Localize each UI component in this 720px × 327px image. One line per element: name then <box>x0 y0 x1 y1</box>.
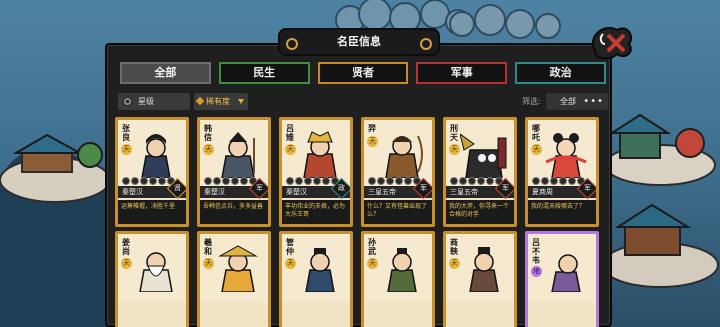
character-portrait-icon <box>218 245 258 292</box>
gear-icon <box>122 96 133 107</box>
minister-card[interactable]: 刑天 天 三皇五帝 军 我的大斧，你寻来一个合格的对手 <box>443 117 517 227</box>
minister-name: 姜尚 <box>122 238 130 256</box>
tab-sage[interactable]: 贤者 <box>317 62 409 84</box>
character-portrait-icon <box>141 134 171 178</box>
rarity-badge: 天 <box>367 258 378 269</box>
character-portrait-icon <box>139 252 173 292</box>
diamond-icon <box>195 96 205 106</box>
cloud-decoration-icon <box>449 4 561 39</box>
minister-name: 哪吒 <box>532 124 540 142</box>
minister-quote: 运筹帷幄，决胜千里 <box>118 200 186 224</box>
character-portrait-icon <box>460 133 507 178</box>
tab-military[interactable]: 军事 <box>416 62 508 84</box>
rarity-badge: 天 <box>121 258 132 269</box>
filter-bar: 星级 稀有度 筛选: 全部 ••• <box>118 93 608 111</box>
minister-card[interactable]: 羿 天 三皇五帝 军 什么？又有怪兽出现了么？ <box>361 117 435 227</box>
star-sort-button[interactable]: 星级 <box>118 93 190 110</box>
filter-dropdown[interactable]: 全部 ••• <box>546 93 608 110</box>
minister-name: 羲和 <box>204 238 212 256</box>
rarity-badge: 天 <box>121 144 132 155</box>
rarity-badge: 地 <box>531 266 542 277</box>
character-portrait-icon <box>305 248 335 292</box>
rarity-badge: 天 <box>203 144 214 155</box>
star-rating <box>532 177 585 185</box>
character-portrait-icon <box>545 133 587 178</box>
minister-name: 吕雉 <box>286 124 294 142</box>
star-rating <box>122 177 175 185</box>
minister-card[interactable]: 羲和 天 <box>197 231 271 327</box>
rarity-sort-label: 稀有度 <box>206 97 230 106</box>
character-portrait-icon <box>385 135 423 178</box>
minister-name: 商鞅 <box>450 238 458 256</box>
rarity-sort-button[interactable]: 稀有度 <box>194 93 248 110</box>
star-rating <box>204 177 257 185</box>
minister-quote: 我的混天绫哪去了？ <box>528 200 596 224</box>
character-portrait-icon <box>551 254 581 292</box>
minister-name: 吕不韦 <box>532 238 540 265</box>
minister-quote: 吾韩信点兵，多多益善 <box>200 200 268 224</box>
minister-name: 张良 <box>122 124 130 142</box>
star-rating <box>286 177 339 185</box>
rarity-badge: 天 <box>285 144 296 155</box>
filter-value: 全部 <box>560 97 576 106</box>
rarity-badge: 天 <box>367 136 378 147</box>
minister-name: 羿 <box>368 124 376 133</box>
tab-all[interactable]: 全部 <box>120 62 211 84</box>
filter-label: 筛选: <box>522 97 541 106</box>
minister-card[interactable]: 吕不韦 地 <box>525 231 599 327</box>
tab-livelihood[interactable]: 民生 <box>218 62 310 84</box>
minister-card[interactable]: 吕雉 天 秦楚汉 政 丰功伟业的夫君，必为大乐王哥 <box>279 117 353 227</box>
tab-politics[interactable]: 政治 <box>515 62 606 84</box>
rarity-badge: 天 <box>203 258 214 269</box>
minister-name: 管仲 <box>286 238 294 256</box>
star-sort-label: 星级 <box>138 97 154 106</box>
minister-card[interactable]: 哪吒 天 夏商周 军 我的混天绫哪去了？ <box>525 117 599 227</box>
caret-down-icon <box>238 99 244 104</box>
star-rating <box>450 177 503 185</box>
minister-card[interactable]: 商鞅 天 <box>443 231 517 327</box>
minister-card[interactable]: 张良 天 秦楚汉 贤 运筹帷幄，决胜千里 <box>115 117 189 227</box>
minister-quote: 什么？又有怪兽出现了么？ <box>364 200 432 224</box>
island-right <box>601 113 719 288</box>
minister-name: 刑天 <box>450 124 458 142</box>
minister-quote: 丰功伟业的夫君，必为大乐王哥 <box>282 200 350 224</box>
rarity-badge: 天 <box>449 144 460 155</box>
rarity-badge: 天 <box>531 144 542 155</box>
more-options-icon: ••• <box>583 96 604 107</box>
minister-name: 孙武 <box>368 238 376 256</box>
minister-card[interactable]: 管仲 天 <box>279 231 353 327</box>
minister-quote: 我的大斧，你寻来一个合格的对手 <box>446 200 514 224</box>
close-icon <box>591 27 633 60</box>
minister-card-grid: 张良 天 秦楚汉 贤 运筹帷幄，决胜千里 韩信 天 秦楚汉 军 吾韩信点兵，多多… <box>115 117 601 327</box>
rarity-badge: 天 <box>285 258 296 269</box>
character-portrait-icon <box>221 132 255 178</box>
category-tabs: 全部 民生 贤者 军事 政治 <box>120 62 606 84</box>
character-portrait-icon <box>303 131 337 178</box>
minister-name: 韩信 <box>204 124 212 142</box>
rarity-badge: 天 <box>449 258 460 269</box>
minister-card[interactable]: 孙武 天 <box>361 231 435 327</box>
close-button[interactable] <box>589 22 635 62</box>
panel-title: 名臣信息 <box>278 28 440 56</box>
island-left <box>0 133 110 203</box>
star-rating <box>368 177 421 185</box>
character-portrait-icon <box>469 247 499 292</box>
minister-card[interactable]: 韩信 天 秦楚汉 军 吾韩信点兵，多多益善 <box>197 117 271 227</box>
minister-card[interactable]: 姜尚 天 <box>115 231 189 327</box>
character-portrait-icon <box>387 248 417 292</box>
